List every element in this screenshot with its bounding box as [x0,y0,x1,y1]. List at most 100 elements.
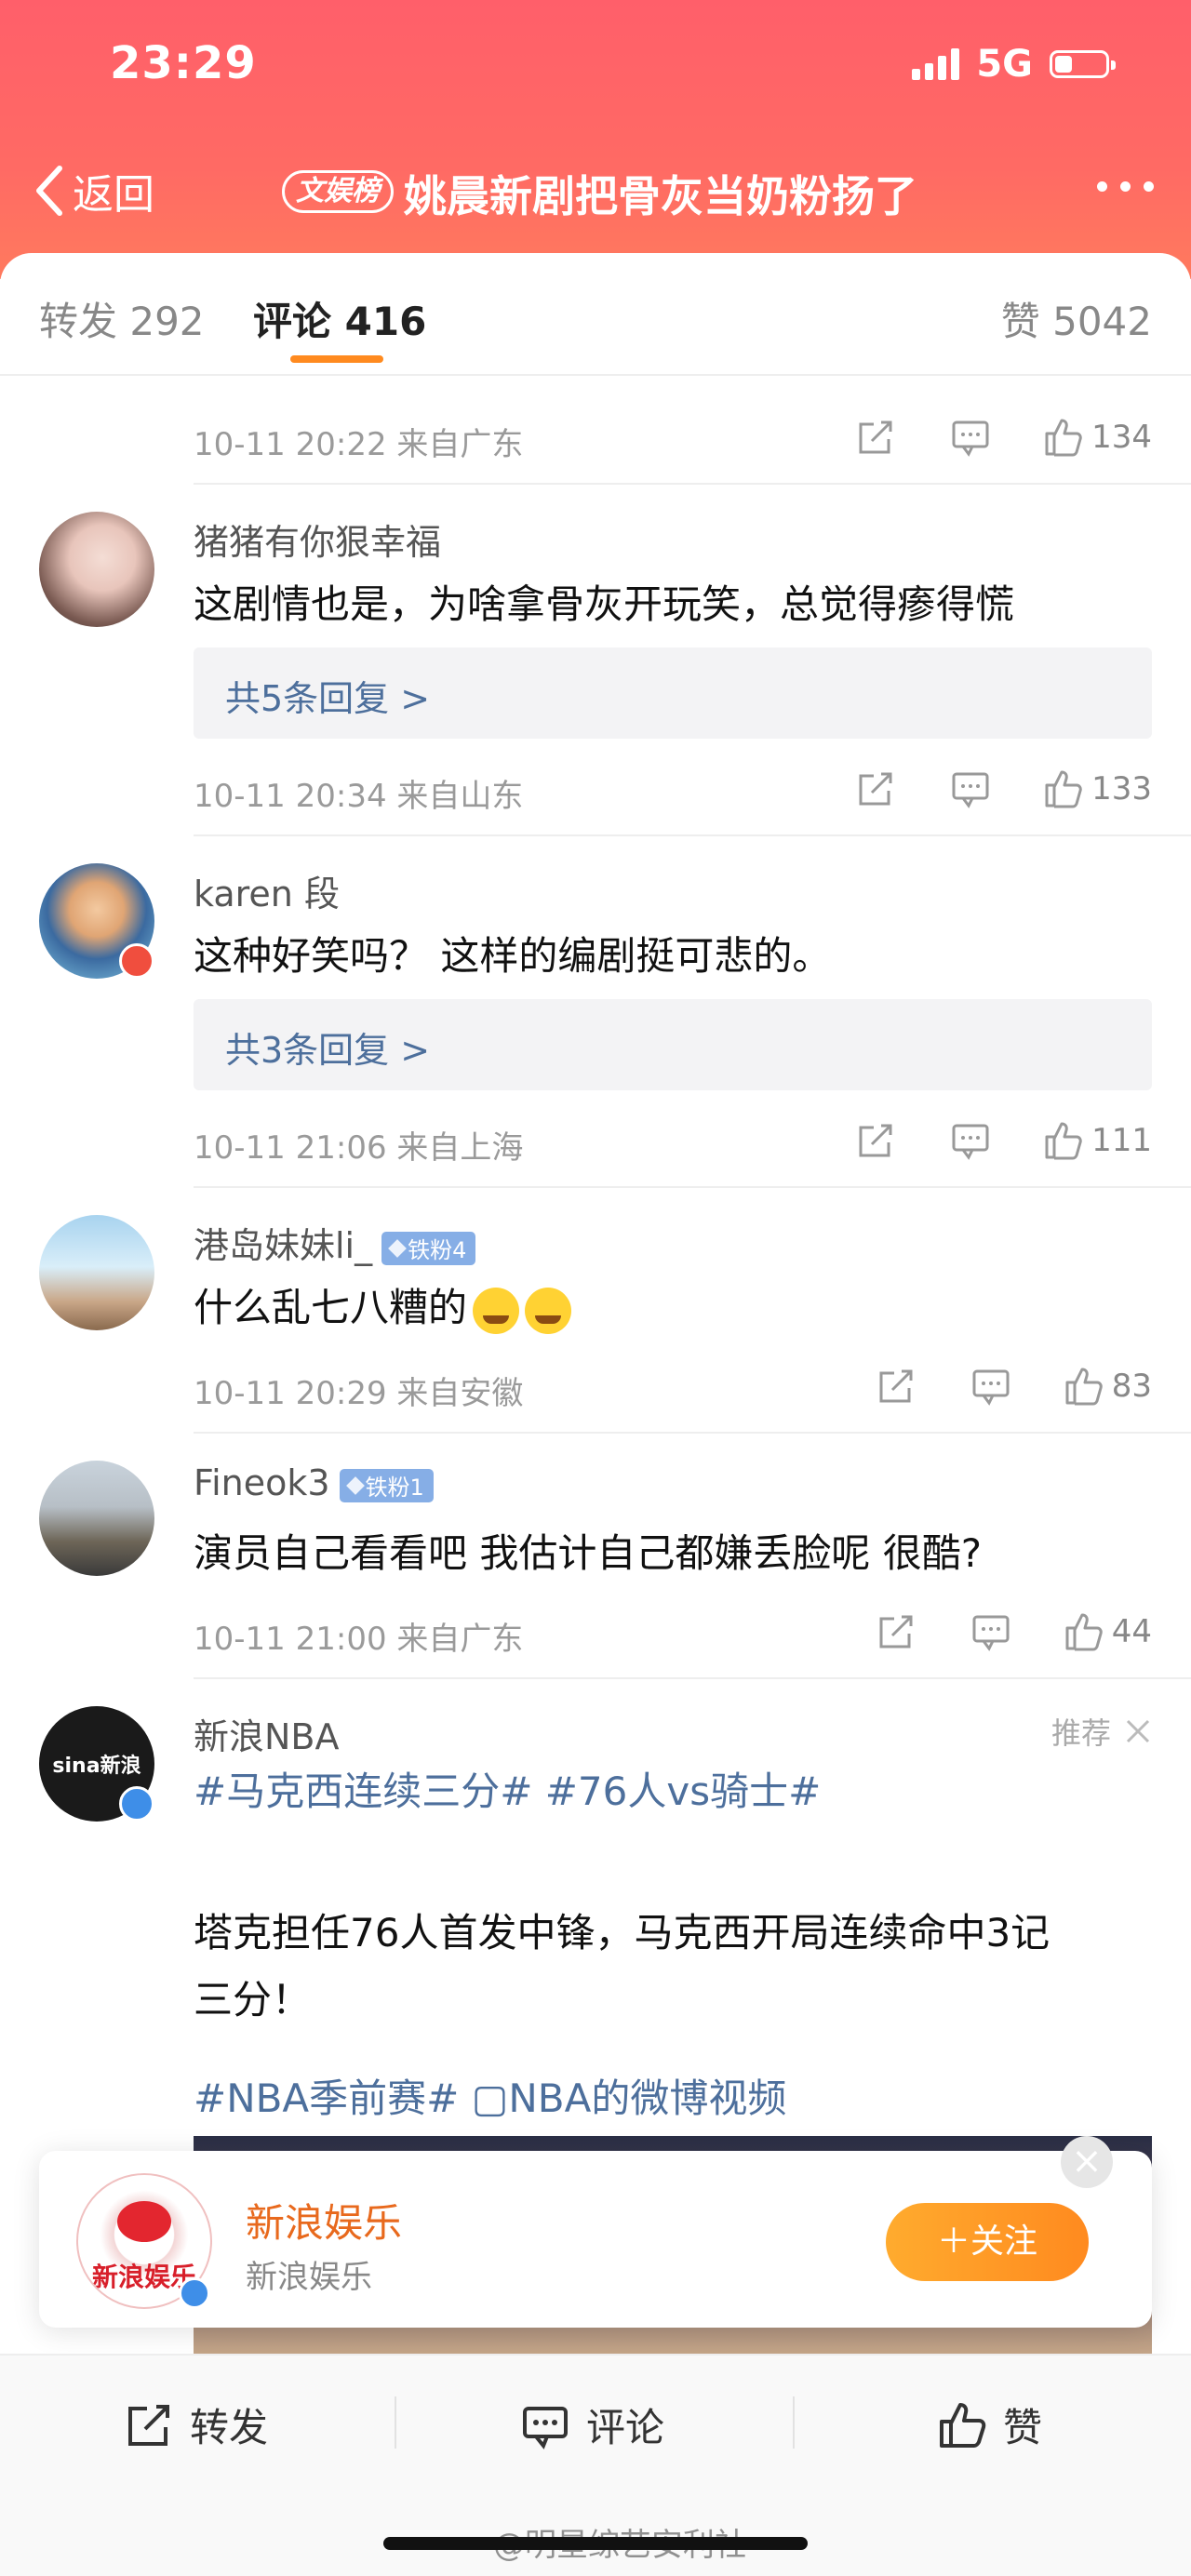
post-hashtags-video[interactable]: #NBA季前赛# ▢NBA的微博视频 [194,2067,786,2124]
like-count: 44 [1111,1613,1152,1650]
close-icon[interactable] [1124,1717,1152,1745]
comment-meta: 10-11 20:29 来自安徽 [194,1375,524,1412]
like-button[interactable]: 134 [1043,417,1152,458]
header-bar: 23:29 5G 返回 文娱榜 姚晨新剧把骨灰当奶粉扬了 [0,0,1191,279]
share-icon[interactable] [876,1611,917,1652]
share-icon[interactable] [855,768,896,809]
comment-text: 这剧情也是，为啥拿骨灰开玩笑，总觉得瘆得慌 [194,581,1015,627]
like-count: 83 [1111,1368,1152,1405]
comment-meta-row: 10-11 20:29 来自安徽 83 [194,1358,1152,1414]
like-button[interactable]: 赞 [938,2396,1042,2453]
replies-link[interactable]: 共3条回复 > [194,999,1152,1090]
back-button[interactable]: 返回 [32,161,154,220]
verified-badge-icon [119,1786,154,1822]
tab-like[interactable]: 赞 5042 [1001,290,1152,347]
comment-username[interactable]: Fineok3 [194,1462,330,1503]
post-username[interactable]: 新浪NBA [194,1708,340,1759]
bar-divider [395,2396,396,2449]
comment-text: 演员自己看看吧 我估计自己都嫌丢脸呢 很酷? [194,1530,982,1576]
network-type: 5G [976,43,1033,86]
like-count: 134 [1091,419,1152,456]
fan-badge: 铁粉1 [339,1468,434,1502]
comment-actions: 133 [855,761,1152,817]
active-tab-indicator [290,355,383,363]
tab-bar: 转发 292 评论 416 赞 5042 [0,253,1191,376]
comment-icon[interactable] [950,417,991,458]
avatar[interactable] [39,1461,154,1576]
comment-icon[interactable] [950,1120,991,1161]
follow-card-title[interactable]: 新浪娱乐 [246,2192,402,2249]
comment-icon [523,2406,568,2449]
like-button[interactable]: 44 [1064,1611,1152,1652]
comment-button[interactable]: 评论 [521,2396,664,2453]
tab-repost[interactable]: 转发 292 [39,290,205,347]
comment-meta-row: 10-11 20:34 来自山东 133 [194,761,1152,817]
share-icon[interactable] [876,1366,917,1407]
comment-meta: 10-11 20:22 来自广东 [194,426,524,463]
nav-row: 返回 文娱榜 姚晨新剧把骨灰当奶粉扬了 [0,153,1191,228]
comment-meta: 10-11 21:00 来自广东 [194,1621,524,1658]
divider [194,834,1191,836]
thumbs-up-icon [1065,1368,1103,1406]
tab-comment[interactable]: 评论 416 [253,290,426,347]
chevron-left-icon [36,166,62,216]
comment-icon[interactable] [970,1611,1011,1652]
comment-text: 这种好笑吗？ 这样的编剧挺可悲的。 [194,933,832,979]
recommend-label: 推荐 [1050,1715,1111,1751]
follow-card: 新浪娱乐 新浪娱乐 新浪娱乐 ＋关注 [39,2151,1152,2328]
comment-text: 什么乱七八糟的 [194,1285,468,1330]
comment-icon[interactable] [950,768,991,809]
share-icon[interactable] [855,417,896,458]
home-indicator[interactable] [383,2537,808,2550]
follow-button[interactable]: ＋关注 [886,2203,1089,2281]
avatar[interactable] [39,512,154,627]
more-icon[interactable] [1097,181,1154,192]
comment-actions: 134 [855,409,1152,465]
divider [194,1677,1191,1679]
divider [194,1186,1191,1188]
comment-username-row: Fineok3 铁粉1 [194,1462,434,1503]
comment-actions: 111 [855,1113,1152,1168]
comment-actions: 44 [876,1604,1152,1660]
close-icon[interactable]: × [1061,2136,1113,2188]
like-button[interactable]: 111 [1043,1120,1152,1161]
confused-emoji-icon [525,1287,572,1334]
like-button[interactable]: 133 [1043,768,1152,809]
post-body: 塔克担任76人首发中锋，马克西开局连续命中3记 三分！ [194,1900,1152,2034]
comment-actions: 83 [876,1358,1152,1414]
repost-button[interactable]: 转发 [125,2396,268,2453]
like-button[interactable]: 83 [1064,1366,1152,1407]
follow-card-subtitle: 新浪娱乐 [246,2259,372,2296]
verified-badge-icon [119,943,154,979]
like-label: 赞 [1003,2405,1043,2450]
weibo-comments-screen: 23:29 5G 返回 文娱榜 姚晨新剧把骨灰当奶粉扬了 转发 292 评论 4… [0,0,1191,2576]
replies-label: 共3条回复 > [225,1030,431,1071]
sina-logo: sina新浪 [52,1755,141,1778]
recommend-label-row: 推荐 [1051,1710,1152,1753]
divider [194,483,1191,485]
status-indicators: 5G [912,43,1116,86]
replies-link[interactable]: 共5条回复 > [194,647,1152,739]
comment-username[interactable]: 港岛妹妹li_ [194,1225,372,1266]
avatar[interactable] [39,1215,154,1330]
comment-text-row: 什么乱七八糟的 [194,1276,572,1334]
comment-username[interactable]: 猪猪有你狠幸福 [194,514,441,565]
divider [194,1432,1191,1434]
page-title: 姚晨新剧把骨灰当奶粉扬了 [404,171,917,221]
like-count: 133 [1091,770,1152,808]
comment-icon[interactable] [970,1366,1011,1407]
hot-list-tag[interactable]: 文娱榜 [282,170,394,213]
post-body-line: 三分！ [194,1977,312,2022]
thumbs-up-icon [1045,770,1082,808]
comment-label: 评论 [586,2405,665,2450]
comment-username-row: 港岛妹妹li_ 铁粉4 [194,1217,476,1268]
signal-icon [912,48,960,80]
post-body-line: 塔克担任76人首发中锋，马克西开局连续命中3记 [194,1910,1050,1955]
thumbs-up-icon [1045,419,1082,457]
comment-username[interactable]: karen 段 [194,865,340,916]
post-hashtags[interactable]: #马克西连续三分# #76人vs骑士# [194,1760,821,1817]
share-icon[interactable] [855,1120,896,1161]
thumbs-up-icon [940,2402,986,2448]
logo-eye-icon [117,2201,171,2242]
comment-meta-row: 10-11 21:00 来自广东 44 [194,1604,1152,1660]
